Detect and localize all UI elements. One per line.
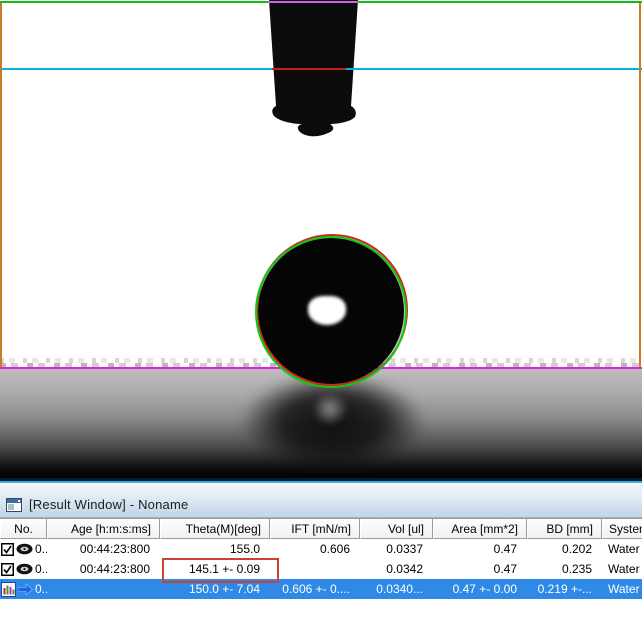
ift-cell: 0.606 xyxy=(270,539,360,559)
row-no-cell: 0... xyxy=(0,539,47,559)
vol-cell: 0.0340... xyxy=(360,579,433,599)
drop-fit-circle-overlay xyxy=(255,236,407,388)
area-cell: 0.47 xyxy=(433,539,527,559)
needle-level-segment xyxy=(272,68,346,70)
age-cell: 00:44:23:800 xyxy=(47,559,160,579)
row-no-cell: 0... xyxy=(0,579,47,599)
bar-chart-icon[interactable] xyxy=(1,582,16,597)
result-window-title: [Result Window] - Noname xyxy=(29,497,188,512)
ift-cell xyxy=(270,559,360,579)
col-header-age[interactable]: Age [h:m:s:ms] xyxy=(47,519,160,539)
theta-cell: 150.0 +- 7.04 xyxy=(160,579,270,599)
result-window: [Result Window] - Noname No. Age [h:m:s:… xyxy=(0,478,642,622)
bd-cell: 0.235 xyxy=(527,559,602,579)
theta-cell: 145.1 +- 0.09 xyxy=(160,559,270,579)
checkbox-checked-icon[interactable] xyxy=(1,543,14,556)
age-cell xyxy=(47,579,160,599)
row-number: 0... xyxy=(35,542,47,556)
col-header-bd[interactable]: BD [mm] xyxy=(527,519,602,539)
col-header-ift[interactable]: IFT [mN/m] xyxy=(270,519,360,539)
age-cell: 00:44:23:800 xyxy=(47,539,160,559)
camera-view[interactable] xyxy=(0,0,642,478)
top-needle-segment xyxy=(268,1,358,3)
table-row[interactable]: 0... 00:44:23:800 155.0 0.606 0.0337 0.4… xyxy=(0,539,642,559)
bd-cell: 0.202 xyxy=(527,539,602,559)
theta-cell: 155.0 xyxy=(160,539,270,559)
eye-icon[interactable] xyxy=(16,563,33,575)
vol-cell: 0.0342 xyxy=(360,559,433,579)
roi-left-line xyxy=(0,3,2,367)
table-header: No. Age [h:m:s:ms] Theta(M)[deg] IFT [mN… xyxy=(0,518,642,539)
ift-cell: 0.606 +- 0.... xyxy=(270,579,360,599)
table-row-selected[interactable]: 0... 150.0 +- 7.04 0.606 +- 0.... 0.0340… xyxy=(0,579,642,599)
row-no-cell: 0... xyxy=(0,559,47,579)
system-cell: Water xyxy=(602,559,642,579)
panel-gap xyxy=(0,483,642,492)
eye-icon[interactable] xyxy=(16,543,33,555)
row-number: 0... xyxy=(35,562,47,576)
row-number: 0... xyxy=(35,582,47,596)
col-header-theta[interactable]: Theta(M)[deg] xyxy=(160,519,270,539)
droplet-reflection-highlight xyxy=(312,392,348,426)
table-empty-area xyxy=(0,599,642,622)
col-header-no[interactable]: No. xyxy=(0,519,47,539)
checkbox-checked-icon[interactable] xyxy=(1,563,14,576)
bd-cell: 0.219 +-... xyxy=(527,579,602,599)
app-window: [Result Window] - Noname No. Age [h:m:s:… xyxy=(0,0,642,622)
result-window-titlebar[interactable]: [Result Window] - Noname xyxy=(0,492,642,518)
window-icon xyxy=(6,498,22,512)
system-cell: Water xyxy=(602,539,642,559)
system-cell: Water xyxy=(602,579,642,599)
area-cell: 0.47 +- 0.00 xyxy=(433,579,527,599)
col-header-area[interactable]: Area [mm*2] xyxy=(433,519,527,539)
roi-right-line xyxy=(639,3,641,367)
dosing-needle xyxy=(262,0,362,140)
table-row[interactable]: 0... 00:44:23:800 145.1 +- 0.09 0.0342 0… xyxy=(0,559,642,579)
col-header-vol[interactable]: Vol [ul] xyxy=(360,519,433,539)
col-header-system[interactable]: System xyxy=(602,519,642,539)
vol-cell: 0.0337 xyxy=(360,539,433,559)
arrow-right-icon xyxy=(18,583,33,596)
area-cell: 0.47 xyxy=(433,559,527,579)
